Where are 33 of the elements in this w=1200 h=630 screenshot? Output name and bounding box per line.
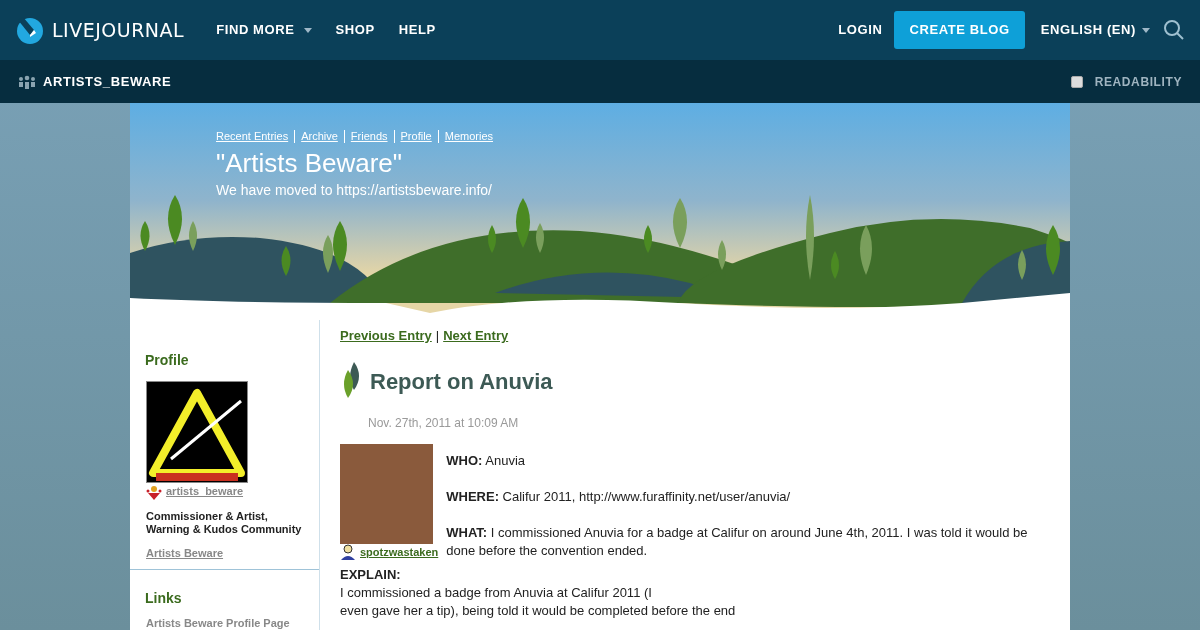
user-icon [340,544,356,560]
sidebar-heading: Profile [145,351,190,370]
poster-username-link[interactable]: spotzwastaken [360,543,439,560]
sidebar-link[interactable]: Artists Beware Profile Page [146,614,319,630]
nav-link[interactable]: HELP [398,20,436,40]
readability-checkbox[interactable] [1070,75,1083,88]
search-icon[interactable] [1164,20,1184,40]
logo-icon[interactable] [16,16,44,44]
entry-field-text: WHO: Anuvia [446,451,526,470]
entry-field-text: WHAT: I commissioned Anuvia for a badge at Califur on around June 4th, 2011. I was told it would be done before the convention ended. [446,523,1029,560]
entry-date: Nov. 27th, 2011 at 10:09 AM [368,414,520,432]
profile-description: Commissioner & Artist, Warning & Kudos Community [146,509,303,536]
username-link[interactable]: artists_beware [166,483,244,500]
entry-nav-link[interactable]: Next Entry [443,326,509,346]
nav-link[interactable]: SHOP [335,20,375,40]
readability-label[interactable]: READABILITY [1094,72,1182,91]
entry-field-text: WHERE: Califur 2011, http://www.furaffinity.net/user/anuvia/ [446,487,792,506]
entry-nav-link[interactable]: Previous Entry [340,326,432,346]
sidebar-heading: Links [145,588,183,608]
community-icon [18,74,35,89]
community-icon [146,484,162,500]
logo-text[interactable]: LIVEJOURNAL [52,15,185,45]
explain-label: EXPLAIN: [340,565,402,584]
entry-title: Report on Anuvia [370,367,553,396]
explain-paragraph: I commissioned a badge from Anuvia at Califur 2011 (I even gave her a tip), being told it would be completed before the end [340,583,737,620]
journal-title: "Artists Beware" [216,147,404,178]
nav-separator: | [435,327,440,345]
profile-name-link[interactable]: Artists Beware [146,544,224,561]
nav-link[interactable]: FIND MORE [216,20,312,40]
journal-name[interactable]: ARTISTS_BEWARE [43,71,172,92]
language-selector[interactable]: ENGLISH (EN) [1040,20,1150,40]
journal-subtitle: We have moved to https://artistsbeware.info/ [216,180,493,200]
login-link[interactable]: LOGIN [838,20,883,40]
